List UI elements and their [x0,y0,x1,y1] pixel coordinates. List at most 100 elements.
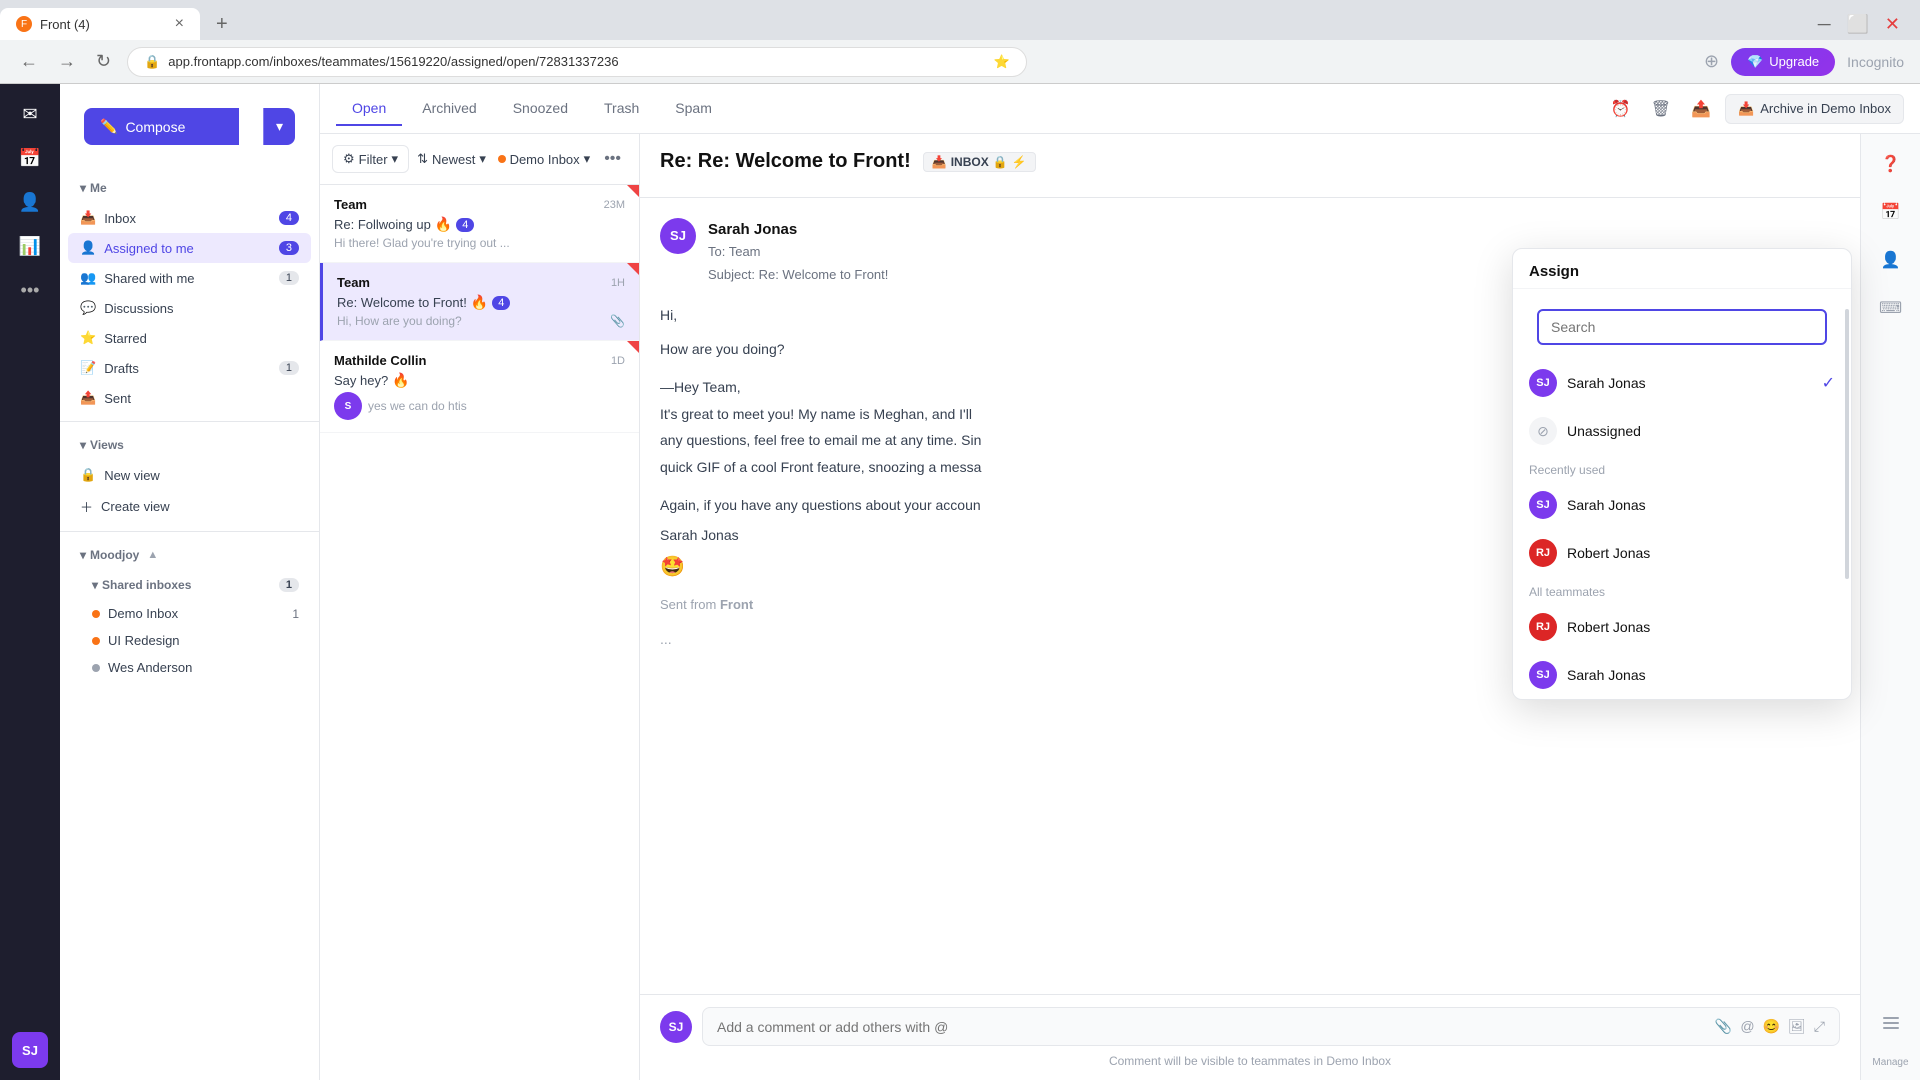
top-tabs-bar: Open Archived Snoozed Trash Spam ⏰ 🗑 📤 📥… [320,84,1920,134]
move-button[interactable]: 📤 [1685,93,1717,125]
sort-chevron-icon: ▾ [479,151,486,167]
starred-icon: ⭐ [80,330,96,346]
ui-redesign-dot [92,637,100,645]
sidebar-item-inbox[interactable]: 📥 Inbox 4 [68,203,311,233]
count-badge-1: 4 [456,218,474,232]
unassigned-label: Unassigned [1567,423,1835,439]
manage-button[interactable] [1873,1005,1909,1041]
sort-button[interactable]: ⇅ Newest ▾ [417,151,486,167]
sidebar-item-wes-anderson[interactable]: Wes Anderson [68,654,311,681]
expand-icon[interactable]: ⤢ [1814,1018,1825,1035]
tab-archived[interactable]: Archived [406,92,492,126]
msg-time-2: 1H [611,277,625,289]
more-icon-button[interactable]: ••• [12,272,48,308]
inbox-selector-chevron: ▾ [584,151,591,167]
tab-open[interactable]: Open [336,92,402,126]
analytics-icon-button[interactable]: 📊 [12,228,48,264]
tab-trash[interactable]: Trash [588,92,655,126]
shortcuts-button[interactable]: ⌨ [1873,290,1909,326]
filter-button[interactable]: ⚙ Filter ▾ [332,145,409,173]
shared-inboxes-header[interactable]: ▾ Shared inboxes 1 [68,570,311,600]
assign-item-sarah-recently[interactable]: SJ Sarah Jonas [1513,481,1851,529]
sidebar-item-sent[interactable]: 📤 Sent [68,383,311,413]
msg-sender-3: Mathilde Collin [334,353,426,368]
assign-scrollbar[interactable] [1845,309,1849,579]
new-tab-button[interactable]: + [208,13,236,36]
views-section-header[interactable]: ▾ Views [68,430,311,460]
at-icon[interactable]: @ [1740,1018,1754,1035]
sender-avatar: SJ [660,218,696,254]
recently-used-label: Recently used [1513,455,1851,481]
assign-dropdown: Assign SJ Sarah Jonas ✓ ⊘ Unassigned Rec… [1512,248,1852,700]
contacts-icon-button[interactable]: 👤 [12,184,48,220]
back-button[interactable]: ← [16,47,42,76]
user-avatar-icon[interactable]: SJ [12,1032,48,1068]
check-icon: ✓ [1822,373,1835,393]
discussions-icon: 💬 [80,300,96,316]
image-icon[interactable]: 🖼 [1788,1018,1806,1035]
tab-snoozed[interactable]: Snoozed [497,92,584,126]
address-bar[interactable]: 🔒 app.frontapp.com/inboxes/teammates/156… [127,47,1027,77]
tab-spam[interactable]: Spam [659,92,728,126]
inbox-icon-button[interactable]: ✉ [12,96,48,132]
calendar-icon-button[interactable]: 📅 [12,140,48,176]
assign-item-robert-all[interactable]: RJ Robert Jonas [1513,603,1851,651]
sidebar-item-ui-redesign[interactable]: UI Redesign [68,627,311,654]
assigned-icon: 👤 [80,240,96,256]
moodjoy-section-header[interactable]: ▾ Moodjoy ▲ [68,540,311,570]
browser-tab[interactable]: F Front (4) × [0,8,200,40]
compose-button[interactable]: ✏️ Compose [84,108,239,145]
all-teammates-label: All teammates [1513,577,1851,603]
sidebar-item-shared-with-me[interactable]: 👥 Shared with me 1 [68,263,311,293]
assign-item-robert-recently[interactable]: RJ Robert Jonas [1513,529,1851,577]
reload-button[interactable]: ↻ [92,47,115,76]
sarah-all-name: Sarah Jonas [1567,667,1835,683]
msg-subject-3: Say hey? [334,373,388,388]
msg-preview-2: Hi, How are you doing? [337,314,462,328]
extensions-icon[interactable]: ⊕ [1704,51,1719,72]
snooze-button[interactable]: ⏰ [1605,93,1637,125]
sidebar-item-new-view[interactable]: 🔒 New view [68,460,311,490]
me-section-header[interactable]: ▾ Me [68,173,311,203]
assign-item-unassigned[interactable]: ⊘ Unassigned [1513,407,1851,455]
message-item-2[interactable]: Team 1H Re: Welcome to Front! 🔥 4 Hi, Ho… [320,263,639,341]
comment-avatar: SJ [660,1011,692,1043]
assign-item-sarah-jonas[interactable]: SJ Sarah Jonas ✓ [1513,359,1851,407]
maximize-button[interactable]: ⬜ [1846,14,1868,35]
help-tips-button[interactable]: ❓ [1873,146,1909,182]
sidebar-item-assigned-to-me[interactable]: 👤 Assigned to me 3 [68,233,311,263]
contacts-button[interactable]: 👤 [1873,242,1909,278]
tab-close-button[interactable]: × [175,15,184,33]
archive-inbox-button[interactable]: 📥 Archive in Demo Inbox [1725,94,1904,124]
sidebar-item-discussions[interactable]: 💬 Discussions [68,293,311,323]
preview-avatar-3: S [334,392,362,420]
emoji-icon[interactable]: 😊 [1763,1018,1780,1035]
assign-search-input[interactable] [1537,309,1827,345]
paperclip-icon[interactable]: 📎 [1715,1018,1732,1035]
calendar-button[interactable]: 📅 [1873,194,1909,230]
comment-box[interactable]: 📎 @ 😊 🖼 ⤢ [702,1007,1840,1046]
moodjoy-chevron-icon: ▾ [80,548,86,562]
sidebar-item-demo-inbox[interactable]: Demo Inbox 1 [68,600,311,627]
list-options-button[interactable]: ••• [598,144,627,174]
sarah-all-avatar: SJ [1529,661,1557,689]
sidebar-item-starred[interactable]: ⭐ Starred [68,323,311,353]
message-item-1[interactable]: Team 23M Re: Follwoing up 🔥 4 Hi there! … [320,185,639,263]
detail-footer: SJ 📎 @ 😊 🖼 ⤢ [640,994,1860,1080]
delete-button[interactable]: 🗑 [1645,93,1677,125]
lock-small-icon: 🔒 [993,155,1008,169]
sidebar-item-create-view[interactable]: ＋ Create view [68,490,311,523]
compose-dropdown-button[interactable]: ▾ [263,108,295,145]
message-item-3[interactable]: Mathilde Collin 1D Say hey? 🔥 S yes we c… [320,341,639,433]
fire-badge-3: 🔥 [392,372,409,389]
upgrade-button[interactable]: 💎 Upgrade [1731,48,1835,76]
assign-item-sarah-all[interactable]: SJ Sarah Jonas [1513,651,1851,699]
inbox-selector[interactable]: Demo Inbox ▾ [498,151,591,167]
footer-note: Comment will be visible to teammates in … [660,1054,1840,1068]
close-button[interactable]: ✕ [1885,14,1900,35]
sidebar-item-drafts[interactable]: 📝 Drafts 1 [68,353,311,383]
comment-input[interactable] [717,1019,1705,1035]
fire-badge-1: 🔥 [435,216,452,233]
minimize-button[interactable]: ─ [1818,14,1831,35]
forward-button[interactable]: → [54,47,80,76]
